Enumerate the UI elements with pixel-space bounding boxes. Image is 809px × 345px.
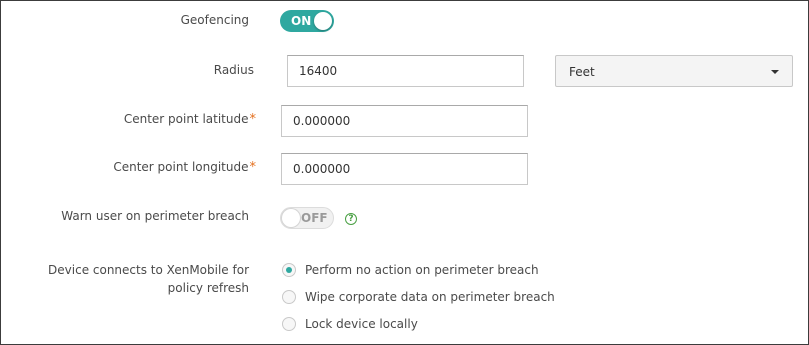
radio-button[interactable] <box>282 317 296 331</box>
center-latitude-label: Center point latitude* <box>123 112 257 127</box>
radio-label: Wipe corporate data on perimeter breach <box>305 290 555 304</box>
radio-button[interactable] <box>282 263 296 277</box>
geofencing-toggle-text: ON <box>291 14 312 28</box>
radius-input[interactable] <box>287 55 524 87</box>
radio-option-wipe-data[interactable]: Wipe corporate data on perimeter breach <box>282 289 562 307</box>
geofencing-label: Geofencing <box>180 13 249 27</box>
center-longitude-input[interactable] <box>281 153 528 185</box>
caret-down-icon <box>771 70 779 74</box>
center-latitude-input[interactable] <box>281 105 528 137</box>
radio-button[interactable] <box>282 290 296 304</box>
help-circle-icon[interactable]: ? <box>345 213 357 225</box>
radio-option-no-action[interactable]: Perform no action on perimeter breach <box>282 262 552 280</box>
radio-label: Lock device locally <box>305 317 418 331</box>
radio-label: Perform no action on perimeter breach <box>305 263 539 277</box>
device-connects-label: Device connects to XenMobile for policy … <box>48 263 249 295</box>
radius-label: Radius <box>213 63 254 77</box>
toggle-knob <box>314 12 332 30</box>
warn-user-label: Warn user on perimeter breach <box>61 209 249 223</box>
geofencing-toggle[interactable]: ON <box>280 10 334 32</box>
radius-unit-value: Feet <box>569 65 595 79</box>
center-longitude-label: Center point longitude* <box>113 160 257 175</box>
required-asterisk: * <box>249 160 257 175</box>
required-asterisk: * <box>249 112 257 127</box>
warn-user-toggle[interactable]: OFF <box>280 207 334 229</box>
toggle-knob <box>282 209 300 227</box>
radius-unit-select[interactable]: Feet <box>555 55 793 87</box>
radio-option-lock-device[interactable]: Lock device locally <box>282 316 462 334</box>
geofencing-settings-panel: Geofencing ON Radius Feet Center point l… <box>0 0 809 345</box>
warn-user-toggle-text: OFF <box>301 211 328 225</box>
